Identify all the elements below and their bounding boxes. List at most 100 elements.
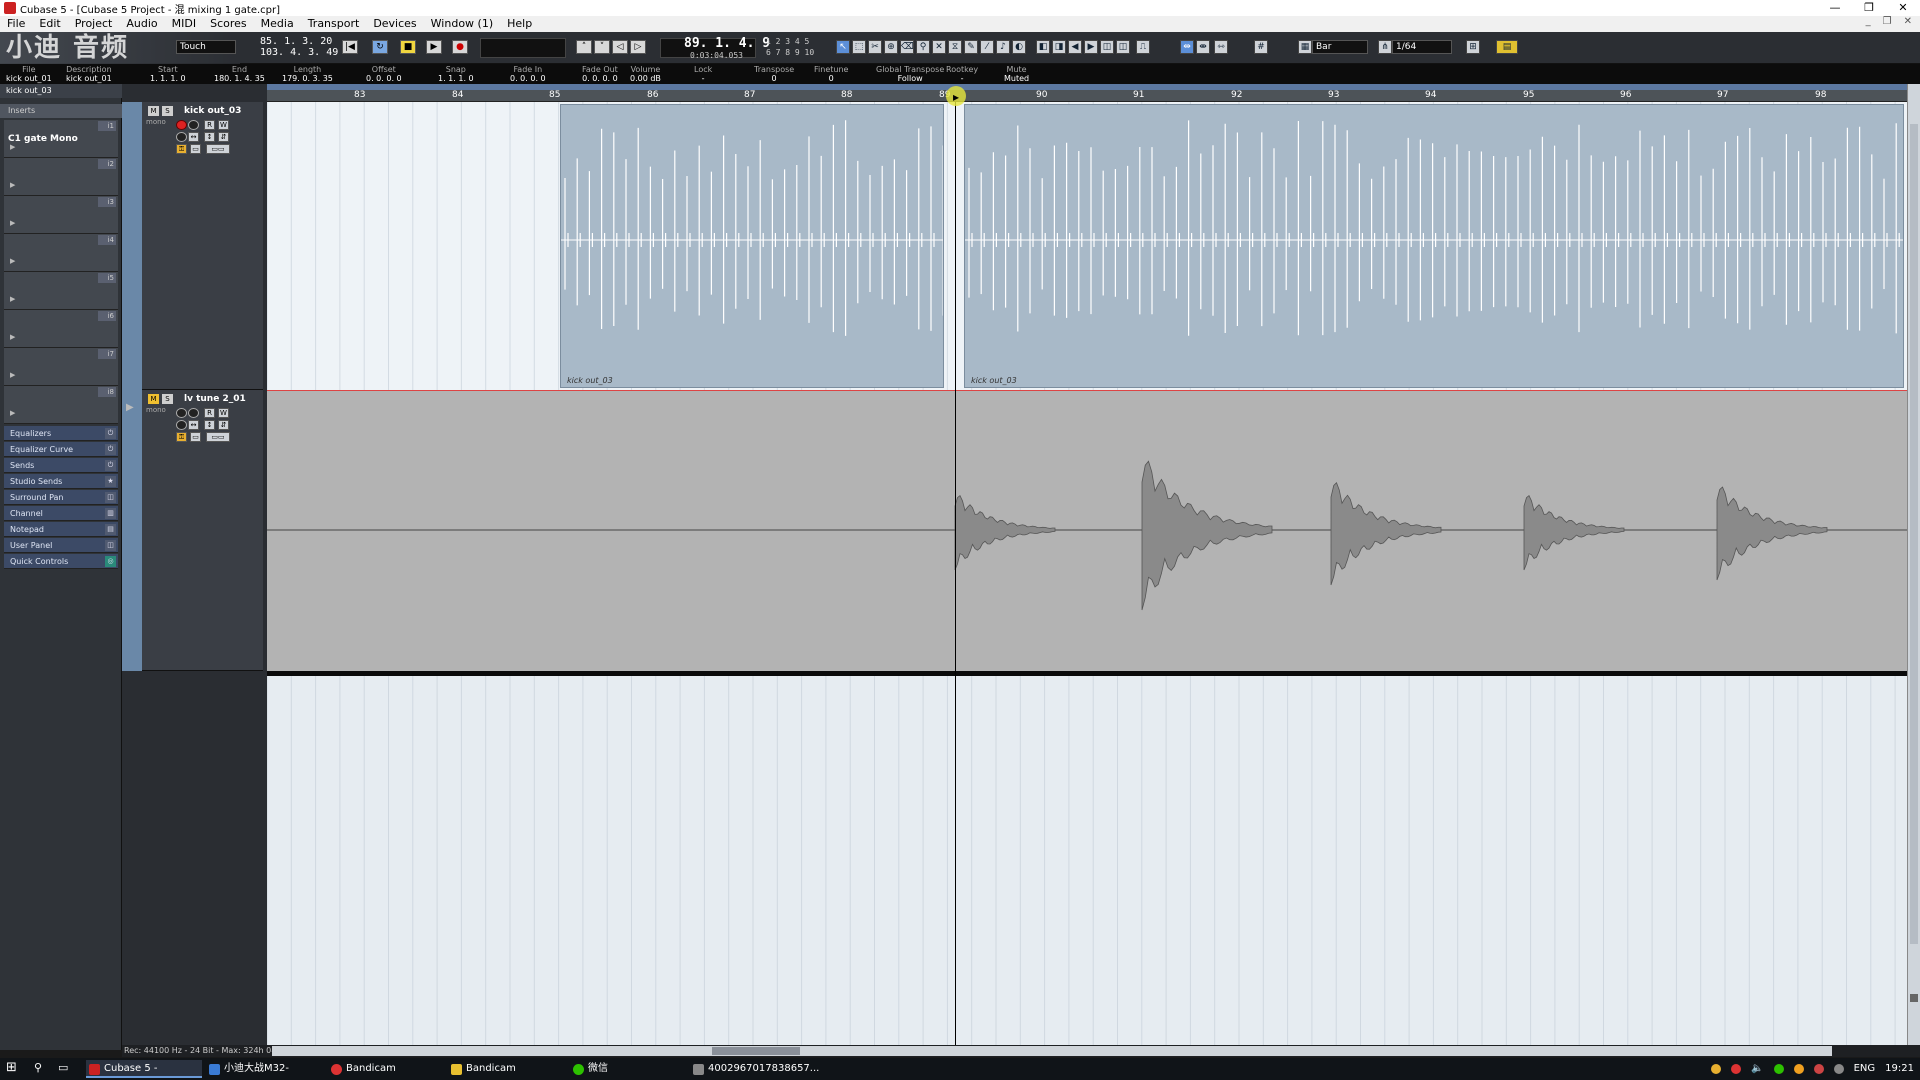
project-cursor[interactable] — [955, 102, 956, 1052]
taskbar-item-bandicam-folder[interactable]: Bandicam — [448, 1060, 558, 1078]
inspector-track-name[interactable]: kick out_03 — [0, 84, 122, 98]
grid-type-icon[interactable]: # — [1254, 40, 1268, 54]
insert-slot-1[interactable]: i1 C1 gate Mono ▶ — [4, 120, 118, 158]
info-snap[interactable]: Snap 1. 1. 1. 0 — [438, 65, 474, 83]
record-button[interactable]: ● — [452, 40, 468, 54]
color-tool[interactable]: ◐ — [1012, 40, 1026, 54]
track-name[interactable]: kick out_03 — [184, 106, 241, 116]
cycle-button[interactable]: ↻ — [372, 40, 388, 54]
eq-bypass-icon[interactable]: ↕ — [204, 132, 215, 142]
section-notepad[interactable]: Notepad ▤ — [4, 522, 118, 537]
info-lock[interactable]: Lock - — [694, 65, 712, 83]
taskbar-item-explorer[interactable]: 小迪大战M32-GATE... — [206, 1060, 324, 1078]
empty-track-area[interactable] — [267, 676, 1907, 1050]
tray-wechat-icon[interactable] — [1773, 1064, 1784, 1074]
section-surround-pan[interactable]: Surround Pan ◫ — [4, 490, 118, 505]
info-volume[interactable]: Volume 0.00 dB — [630, 65, 661, 83]
track-lane-vocal[interactable] — [267, 390, 1907, 671]
object-select-tool[interactable]: ↖ — [836, 40, 850, 54]
prev-marker-button[interactable]: ◁ — [612, 40, 628, 54]
draw-tool[interactable]: ✎ — [964, 40, 978, 54]
sends-bypass-icon[interactable]: ⇵ — [218, 420, 229, 430]
nudge-down-button[interactable]: ˅ — [594, 40, 610, 54]
line-tool[interactable]: ⁄ — [980, 40, 994, 54]
monitor-icon[interactable] — [188, 408, 199, 418]
nudge-left-icon[interactable]: ◧ — [1036, 40, 1050, 54]
section-toggle-icon[interactable]: ◫ — [105, 492, 116, 503]
inserts-section[interactable]: Inserts — [0, 104, 122, 118]
menu-file[interactable]: File — [0, 16, 32, 32]
tray-volume-icon[interactable]: 🔈 — [1751, 1058, 1763, 1080]
mute-button[interactable]: M — [148, 394, 159, 404]
grid-icon[interactable]: ▦ — [1298, 40, 1312, 54]
inserts-bypass-icon[interactable]: ↔ — [188, 420, 199, 430]
erase-tool[interactable]: ⌫ — [900, 40, 914, 54]
color-palette-icon[interactable]: ▤ — [1496, 40, 1518, 54]
section-equalizers[interactable]: Equalizers ⏻ — [4, 426, 118, 441]
scroll-down-icon[interactable] — [1910, 994, 1918, 1002]
menu-edit[interactable]: Edit — [32, 16, 67, 32]
section-toggle-icon[interactable]: ▥ — [105, 508, 116, 519]
menu-media[interactable]: Media — [254, 16, 301, 32]
split-tool[interactable]: ✂ — [868, 40, 882, 54]
taskbar-item-wechat[interactable]: 微信 — [570, 1060, 680, 1078]
insert-slot-2[interactable]: i2 ▶ — [4, 158, 118, 196]
section-sends[interactable]: Sends ⏻ — [4, 458, 118, 473]
track-color-strip[interactable] — [122, 102, 142, 390]
nudge-up-button[interactable]: ˄ — [576, 40, 592, 54]
info-length[interactable]: Length 179. 0. 3. 35 — [282, 65, 333, 83]
hscroll-thumb[interactable] — [712, 1047, 800, 1055]
time-warp-tool[interactable]: ⧖ — [948, 40, 962, 54]
section-toggle-icon[interactable]: ◎ — [105, 556, 116, 567]
solo-button[interactable]: S — [162, 106, 173, 116]
tray-chrome-icon[interactable] — [1711, 1064, 1722, 1074]
write-automation-button[interactable]: W — [218, 120, 229, 130]
menu-scores[interactable]: Scores — [203, 16, 254, 32]
lock-icon[interactable]: ⚿ — [176, 432, 187, 442]
section-star-icon[interactable]: ★ — [105, 476, 116, 487]
nudge-end-icon[interactable]: ▶ — [1084, 40, 1098, 54]
track-version-icon[interactable]: ▭▭ — [206, 432, 230, 442]
info-transpose[interactable]: Transpose 0 — [754, 65, 794, 83]
play-button[interactable]: ▶ — [426, 40, 442, 54]
range-select-tool[interactable]: ⬚ — [852, 40, 866, 54]
system-clock[interactable]: 19:21 — [1885, 1058, 1914, 1080]
write-automation-button[interactable]: W — [218, 408, 229, 418]
go-to-start-button[interactable]: |◀ — [342, 40, 358, 54]
section-toggle-icon[interactable]: ◫ — [105, 540, 116, 551]
info-fade-in[interactable]: Fade In 0. 0. 0. 0 — [510, 65, 546, 83]
read-automation-button[interactable]: R — [204, 408, 215, 418]
read-automation-button[interactable]: R — [204, 120, 215, 130]
track-lane-kick[interactable]: kick out_03 kick out_03 — [267, 102, 1907, 390]
info-mute[interactable]: Mute Muted — [1004, 65, 1029, 83]
window-layout-icon[interactable]: ⊞ — [1466, 40, 1480, 54]
info-rootkey[interactable]: Rootkey - — [946, 65, 978, 83]
record-enable-icon[interactable] — [176, 120, 187, 130]
horizontal-scrollbar[interactable] — [272, 1046, 1832, 1056]
event-display[interactable]: 83 84 85 86 87 88 89 90 91 92 93 94 95 9… — [267, 84, 1907, 1052]
section-user-panel[interactable]: User Panel ◫ — [4, 538, 118, 553]
mute-button[interactable]: M — [148, 106, 159, 116]
doc-close-icon[interactable]: ✕ — [1904, 16, 1912, 27]
next-marker-button[interactable]: ▷ — [630, 40, 646, 54]
info-description[interactable]: Description kick out_01 — [66, 65, 112, 83]
search-icon[interactable]: ⚲ — [34, 1061, 42, 1074]
inserts-bypass-icon[interactable]: ↔ — [188, 132, 199, 142]
track-expand-icon[interactable]: ▶ — [126, 402, 134, 413]
input-language[interactable]: ENG — [1854, 1058, 1876, 1080]
track-header-1[interactable]: M S kick out_03 mono R W ↔ ↕ ⇵ ⚿ ▭ ▭▭ — [142, 102, 263, 390]
lock-icon[interactable]: ⚿ — [176, 144, 187, 154]
nudge-right-icon[interactable]: ◨ — [1052, 40, 1066, 54]
quantize-select[interactable]: 1/64 — [1392, 40, 1452, 54]
track-color-strip[interactable] — [122, 390, 142, 671]
info-offset[interactable]: Offset 0. 0. 0. 0 — [366, 65, 402, 83]
close-button[interactable]: ✕ — [1886, 0, 1920, 16]
monitor-icon[interactable] — [188, 120, 199, 130]
loop-range-strip[interactable] — [267, 84, 1907, 90]
windows-start-icon[interactable]: ⊞ — [6, 1060, 17, 1075]
edit-channel-icon[interactable] — [176, 420, 187, 430]
section-channel[interactable]: Channel ▥ — [4, 506, 118, 521]
menu-help[interactable]: Help — [500, 16, 539, 32]
taskbar-item-bandicam[interactable]: Bandicam — [328, 1060, 438, 1078]
record-enable-icon[interactable] — [176, 408, 187, 418]
